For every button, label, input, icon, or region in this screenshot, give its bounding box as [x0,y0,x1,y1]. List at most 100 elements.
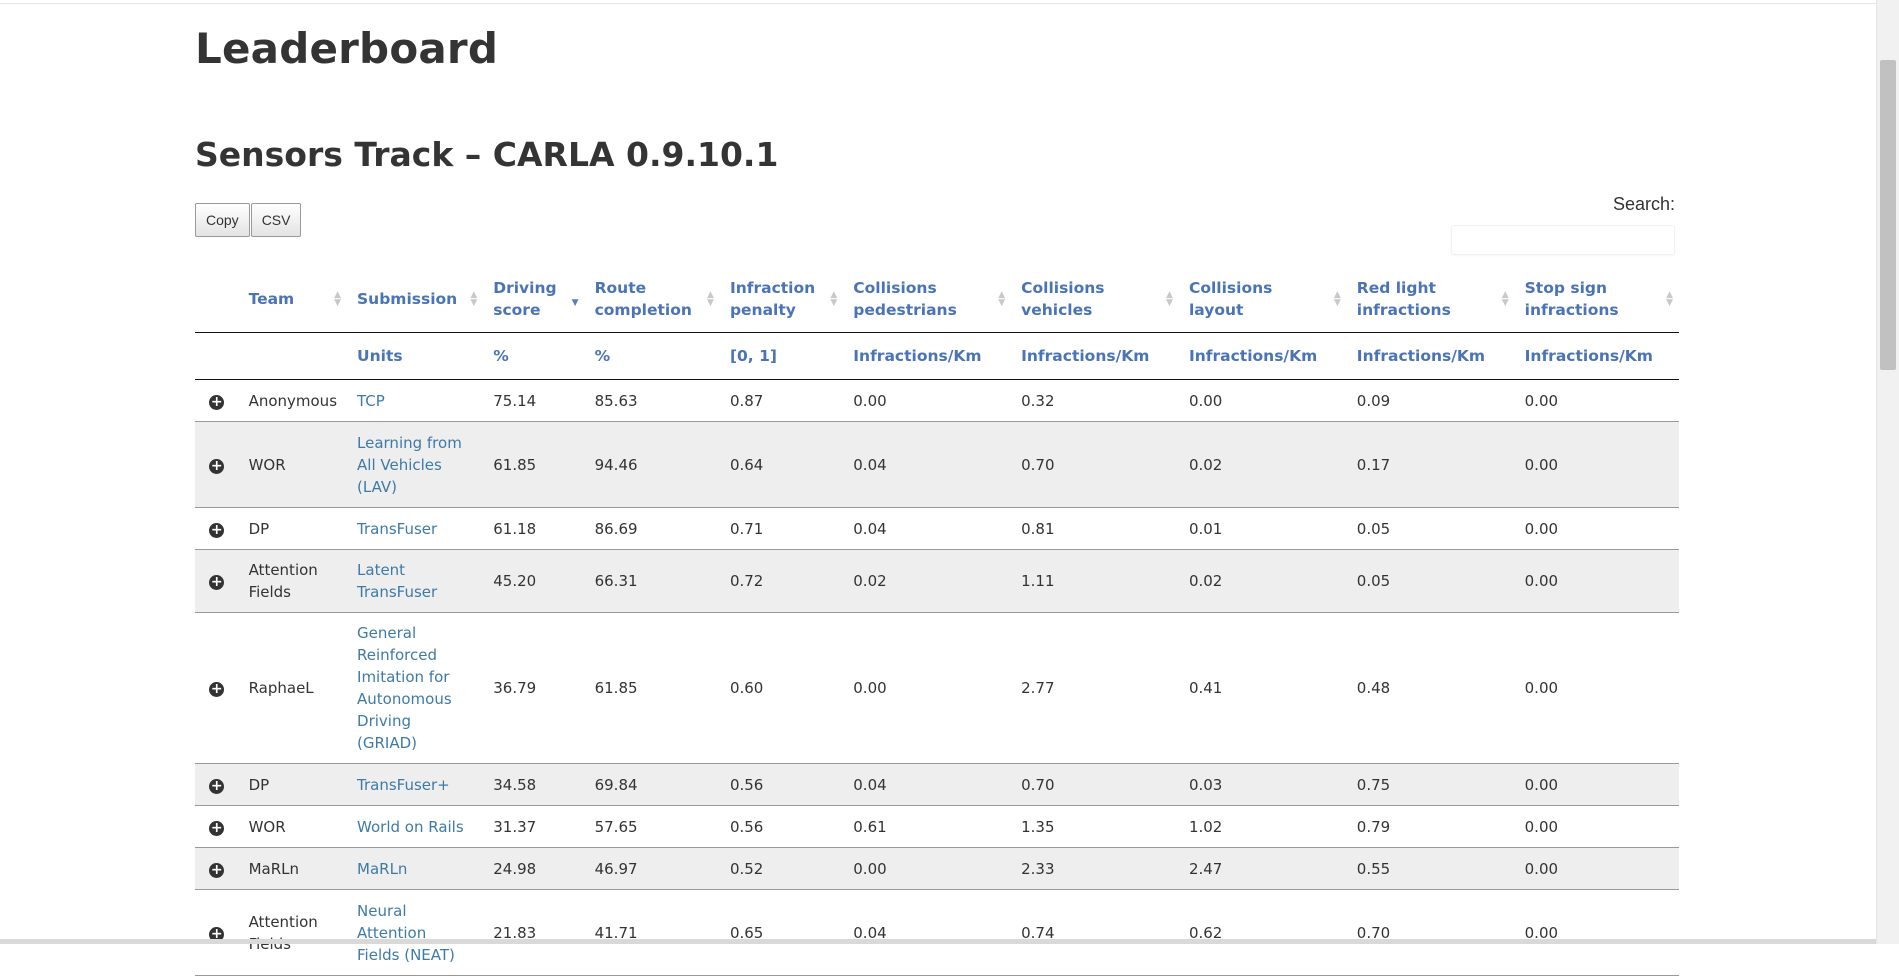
team-cell: MaRLn [238,847,348,890]
route-completion-cell: 85.63 [584,379,720,422]
table-row: + Attention Fields Neural Attention Fiel… [195,889,1679,976]
collisions-layout-cell: 0.01 [1178,507,1347,550]
expand-plus-icon[interactable]: + [209,522,225,538]
expand-plus-icon[interactable]: + [209,778,225,794]
submission-link[interactable]: Neural Attention Fields (NEAT) [357,902,455,964]
search-input[interactable] [1451,225,1675,255]
expand-cell[interactable]: + [195,612,239,764]
expand-plus-icon[interactable]: + [209,862,225,878]
units-cell: Infractions/Km [1011,332,1179,380]
collisions-layout-cell: 0.62 [1178,889,1347,976]
column-header-submission[interactable]: Submission ▲ ▼ [347,266,484,333]
submission-cell: MaRLn [347,847,484,890]
sort-icon: ▲ ▼ [1666,290,1673,308]
column-label: Infraction penalty [729,279,816,319]
submission-link[interactable]: World on Rails [357,818,464,836]
submission-link[interactable]: MaRLn [357,860,407,878]
sort-icon: ▲ ▼ [470,290,478,308]
collisions-vehicles-cell: 2.33 [1011,847,1179,890]
infraction-penalty-cell: 0.56 [719,763,844,806]
driving-score-cell: 34.58 [483,763,585,806]
stop-sign-cell: 0.00 [1514,507,1679,550]
team-cell: RaphaeL [238,612,348,764]
submission-link[interactable]: TransFuser [357,520,437,538]
collisions-pedestrians-cell: 0.00 [843,379,1012,422]
sort-desc-icon: ▼ [571,298,579,308]
table-row: + Anonymous TCP 75.14 85.63 0.87 0.00 0.… [195,379,1679,422]
column-header-collisions-layout[interactable]: Collisions layout ▲ ▼ [1178,266,1347,333]
expand-plus-icon[interactable]: + [209,458,225,474]
driving-score-cell: 21.83 [483,889,585,976]
column-label: Submission [357,290,458,308]
table-body: + Anonymous TCP 75.14 85.63 0.87 0.00 0.… [195,379,1679,976]
column-label: Route completion [594,279,692,319]
collisions-layout-cell: 0.00 [1178,379,1347,422]
submission-link[interactable]: Latent TransFuser [357,561,437,601]
copy-button[interactable]: Copy [195,203,250,237]
route-completion-cell: 66.31 [584,549,720,613]
submission-cell: General Reinforced Imitation for Autonom… [347,612,484,764]
vertical-scrollbar[interactable] [1876,0,1899,944]
submission-link[interactable]: General Reinforced Imitation for Autonom… [357,624,452,752]
column-label: Collisions pedestrians [853,279,957,319]
column-header-route-completion[interactable]: Route completion ▲ ▼ [584,266,720,333]
column-header-red-light-infractions[interactable]: Red light infractions ▲ ▼ [1346,266,1515,333]
bottom-edge [0,939,1877,944]
sort-icon: ▲ ▼ [1166,290,1173,308]
team-cell: WOR [238,421,348,508]
submission-link[interactable]: TCP [357,392,385,410]
infraction-penalty-cell: 0.60 [719,612,844,764]
expand-cell[interactable]: + [195,763,239,806]
header-row: Team ▲ ▼ Submission ▲ ▼ Driving score ▼ Route… [195,266,1679,333]
column-header-collisions-pedestrians[interactable]: Collisions pedestrians ▲ ▼ [843,266,1012,333]
expand-cell[interactable]: + [195,379,239,422]
expand-plus-icon[interactable]: + [209,575,225,590]
collisions-vehicles-cell: 0.32 [1011,379,1179,422]
infraction-penalty-cell: 0.52 [719,847,844,890]
column-header-infraction-penalty[interactable]: Infraction penalty ▲ ▼ [719,266,844,333]
red-light-cell: 0.17 [1346,421,1515,508]
units-cell: Infractions/Km [843,332,1012,380]
collisions-pedestrians-cell: 0.04 [843,889,1012,976]
collisions-vehicles-cell: 0.70 [1011,421,1179,508]
column-header-stop-sign-infractions[interactable]: Stop sign infractions ▲ ▼ [1514,266,1679,333]
collisions-pedestrians-cell: 0.61 [843,805,1012,848]
sort-icon: ▲ ▼ [707,290,714,308]
route-completion-cell: 86.69 [584,507,720,550]
collisions-layout-cell: 2.47 [1178,847,1347,890]
submission-cell: Latent TransFuser [347,549,484,613]
column-header-driving-score[interactable]: Driving score ▼ [483,266,585,333]
submission-link[interactable]: Learning from All Vehicles (LAV) [357,434,462,496]
infraction-penalty-cell: 0.87 [719,379,844,422]
submission-link[interactable]: TransFuser+ [357,776,450,794]
units-cell [195,332,239,380]
column-header-expand [195,266,239,333]
csv-button[interactable]: CSV [250,203,302,237]
stop-sign-cell: 0.00 [1514,379,1679,422]
expand-cell[interactable]: + [195,507,239,550]
route-completion-cell: 69.84 [584,763,720,806]
team-cell: Attention Fields [238,889,348,976]
expand-plus-icon[interactable]: + [209,682,225,697]
stop-sign-cell: 0.00 [1514,612,1679,764]
infraction-penalty-cell: 0.64 [719,421,844,508]
driving-score-cell: 31.37 [483,805,585,848]
expand-cell[interactable]: + [195,805,239,848]
expand-plus-icon[interactable]: + [209,820,225,836]
red-light-cell: 0.70 [1346,889,1515,976]
export-buttons: Copy CSV [195,203,302,237]
page-title: Leaderboard [195,24,499,73]
infraction-penalty-cell: 0.72 [719,549,844,613]
column-header-collisions-vehicles[interactable]: Collisions vehicles ▲ ▼ [1011,266,1179,333]
expand-cell[interactable]: + [195,549,239,613]
expand-plus-icon[interactable]: + [209,394,225,410]
expand-cell[interactable]: + [195,421,239,508]
collisions-pedestrians-cell: 0.04 [843,763,1012,806]
expand-cell[interactable]: + [195,889,239,976]
column-header-team[interactable]: Team ▲ ▼ [238,266,348,333]
scrollbar-thumb[interactable] [1880,60,1896,370]
expand-cell[interactable]: + [195,847,239,890]
collisions-layout-cell: 1.02 [1178,805,1347,848]
units-cell [238,332,348,380]
sort-icon: ▲ ▼ [1501,290,1509,308]
